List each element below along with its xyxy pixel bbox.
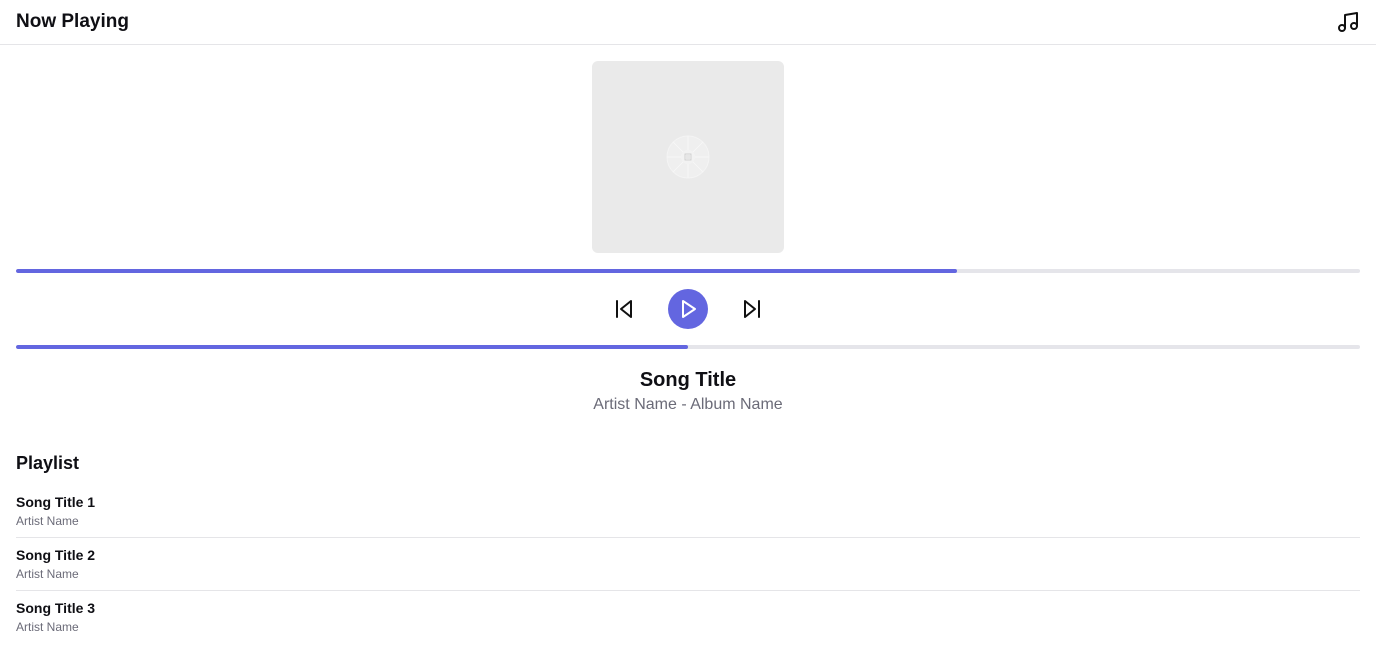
playlist-item-artist: Artist Name	[16, 620, 79, 634]
playlist-item[interactable]: Song Title 1 Artist Name	[16, 485, 1360, 538]
music-note-icon[interactable]	[1336, 10, 1360, 34]
album-art	[592, 61, 784, 253]
play-icon	[682, 300, 696, 318]
play-button[interactable]	[668, 289, 708, 329]
playlist-item[interactable]: Song Title 3 Artist Name	[16, 591, 1360, 644]
playlist-heading: Playlist	[16, 453, 80, 473]
skip-forward-icon	[744, 300, 760, 318]
playlist-item-title: Song Title 2	[16, 547, 96, 563]
previous-track-button[interactable]	[612, 297, 636, 321]
skip-back-icon	[616, 300, 632, 318]
playlist-item[interactable]: Song Title 2 Artist Name	[16, 538, 1360, 591]
buffer-bar[interactable]	[16, 269, 1360, 273]
page-title: Now Playing	[16, 11, 129, 32]
playlist-item-title: Song Title 3	[16, 600, 96, 616]
progress-bar-fill	[16, 345, 688, 349]
now-playing-title: Song Title	[639, 369, 737, 391]
playlist-item-artist: Artist Name	[16, 567, 79, 581]
now-playing-subtitle: Artist Name - Album Name	[593, 396, 783, 413]
next-track-button[interactable]	[740, 297, 764, 321]
buffer-bar-fill	[16, 269, 957, 273]
progress-bar[interactable]	[16, 345, 1360, 349]
playlist-item-artist: Artist Name	[16, 514, 79, 528]
playlist-item-title: Song Title 1	[16, 494, 96, 510]
app-header: Now Playing	[0, 0, 1376, 45]
vinyl-placeholder-icon	[666, 135, 710, 179]
playlist: Song Title 1 Artist Name Song Title 2 Ar…	[16, 485, 1360, 644]
